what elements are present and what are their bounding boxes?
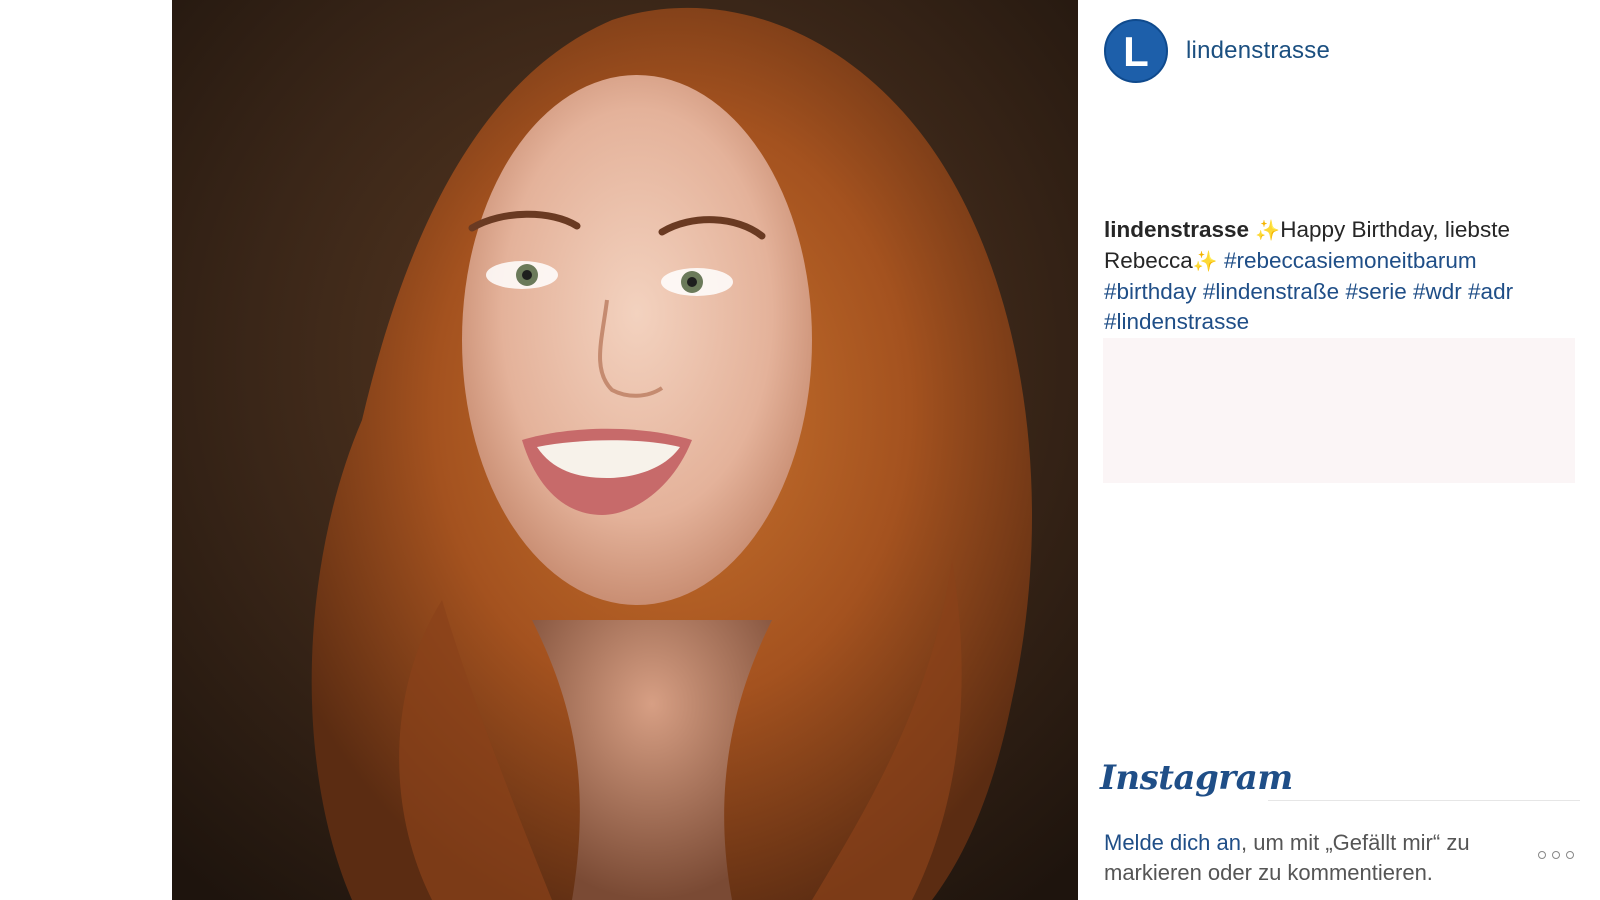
hashtag-link[interactable]: #wdr — [1413, 279, 1462, 304]
sparkles-icon: ✨ — [1255, 220, 1281, 242]
dot — [1538, 851, 1546, 859]
comments-placeholder — [1103, 338, 1575, 483]
portrait-image — [172, 0, 1078, 900]
hashtag-link[interactable]: #lindenstrasse — [1104, 309, 1249, 334]
more-dots-icon[interactable] — [1538, 851, 1574, 859]
post-side-panel: L lindenstrasse lindenstrasse ✨Happy Bir… — [1078, 0, 1600, 900]
profile-username-link[interactable]: lindenstrasse — [1186, 37, 1330, 65]
caption-username-link[interactable]: lindenstrasse — [1104, 217, 1249, 242]
post-header: L lindenstrasse — [1104, 18, 1330, 84]
sparkles-icon: ✨ — [1192, 251, 1218, 273]
brand-row: Instagram — [1100, 758, 1580, 808]
hashtag-link[interactable]: #adr — [1468, 279, 1513, 304]
profile-avatar[interactable]: L — [1104, 19, 1168, 83]
post-photo[interactable] — [172, 0, 1078, 900]
hashtag-link[interactable]: #lindenstraße — [1203, 279, 1339, 304]
hashtag-link[interactable]: #serie — [1345, 279, 1406, 304]
instagram-logo[interactable]: Instagram — [1100, 758, 1293, 798]
hashtag-link[interactable]: #rebeccasiemoneitbarum — [1224, 248, 1477, 273]
login-prompt: Melde dich an, um mit „Gefällt mir“ zu m… — [1104, 828, 1524, 888]
avatar-letter: L — [1123, 28, 1149, 75]
dot — [1552, 851, 1560, 859]
post-caption: lindenstrasse ✨Happy Birthday, liebste R… — [1104, 215, 1574, 337]
divider — [1268, 800, 1580, 801]
dot — [1566, 851, 1574, 859]
instagram-embed: L lindenstrasse lindenstrasse ✨Happy Bir… — [0, 0, 1600, 900]
login-link[interactable]: Melde dich an — [1104, 830, 1241, 855]
hashtag-link[interactable]: #birthday — [1104, 279, 1197, 304]
